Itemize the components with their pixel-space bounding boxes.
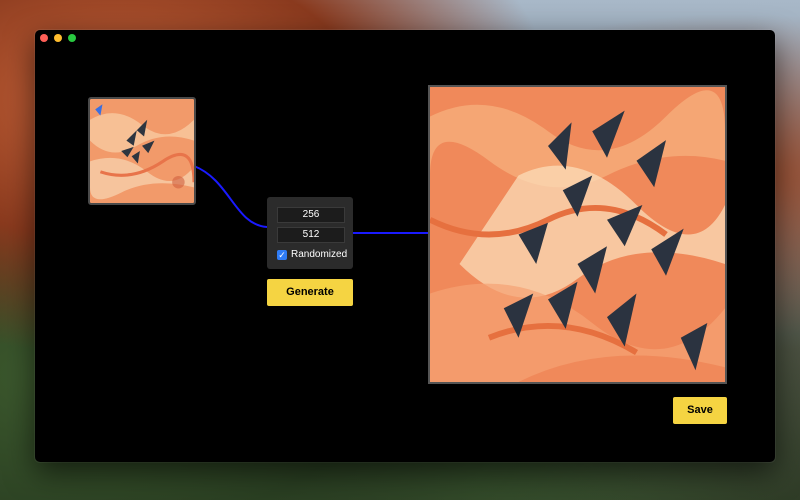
size-field-256[interactable]: 256 [277,207,345,223]
source-thumbnail[interactable] [88,97,196,205]
generate-button[interactable]: Generate [267,279,353,306]
output-preview [428,85,727,384]
parameters-panel: 256 512 ✓ Randomized [267,197,353,269]
traffic-lights [40,34,76,42]
randomized-row[interactable]: ✓ Randomized [277,249,347,260]
source-artwork-image [90,99,194,203]
save-button[interactable]: Save [673,397,727,424]
minimize-window-button[interactable] [54,34,62,42]
app-window: 256 512 ✓ Randomized Generate Save [35,30,775,462]
size-field-512[interactable]: 512 [277,227,345,243]
randomized-label: Randomized [291,249,348,260]
randomized-checkbox[interactable]: ✓ [277,249,287,260]
input-wire [193,165,268,228]
generated-artwork-image [430,87,725,382]
close-window-button[interactable] [40,34,48,42]
zoom-window-button[interactable] [68,34,76,42]
